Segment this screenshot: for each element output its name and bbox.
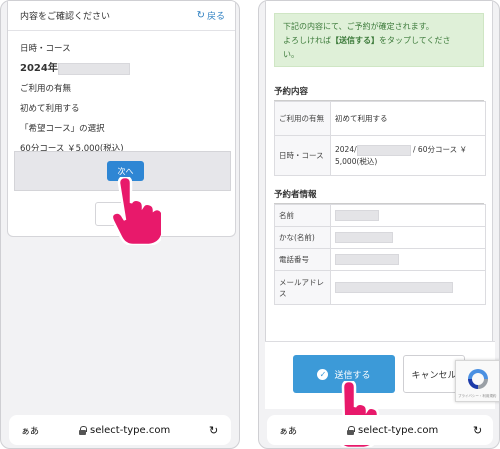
table-row: メールアドレス [274, 270, 486, 305]
notice-line-1: 下記の内容にて、ご予約が確定されます。 [283, 22, 434, 31]
left-phone-screen: 内容をご確認ください ↻ 戻る 日時・コース 2024年 ご利用の有無 初めて利… [0, 0, 240, 449]
recaptcha-badge[interactable]: プライバシー・利用規約 [455, 360, 499, 402]
browser-url-bar[interactable]: ぁあ select-type.com ↻ [9, 415, 231, 445]
confirmation-notice: 下記の内容にて、ご予約が確定されます。 よろしければ【送信する】をタップしてくだ… [274, 13, 484, 67]
send-label: 送信する [334, 370, 371, 381]
tap-hand-icon [110, 177, 161, 245]
reservation-card: 下記の内容にて、ご予約が確定されます。 よろしければ【送信する】をタップしてくだ… [265, 1, 493, 346]
blurred-kana [335, 232, 393, 243]
back-link[interactable]: ↻ 戻る [197, 9, 225, 22]
url-text: select-type.com [90, 424, 171, 436]
notice-line-2c: をタップしてくださ [379, 36, 451, 45]
url-host: select-type.com [347, 425, 438, 436]
table-row: 日時・コース 2024/ / 60分コース ￥ 5,000(税込) [274, 135, 486, 176]
phone-label: 電話番号 [274, 248, 331, 271]
email-value [330, 270, 486, 305]
reserver-table: 名前 かな(名前) 電話番号 メールアドレス [274, 204, 486, 305]
email-label: メールアドレス [274, 270, 331, 305]
reservation-section-title: 予約内容 [274, 85, 484, 101]
confirm-details: 日時・コース 2024年 ご利用の有無 初めて利用する 「希望コース」の選択 6… [8, 31, 235, 159]
notice-line-2: よろしければ【送信する】をタップしてくださ [283, 34, 475, 48]
reader-aa-button[interactable]: ぁあ [21, 424, 39, 437]
blurred-date [356, 144, 411, 156]
reload-icon[interactable]: ↻ [209, 424, 218, 437]
back-label: 戻る [206, 12, 225, 22]
confirm-header: 内容をご確認ください ↻ 戻る [8, 1, 235, 31]
notice-send-emphasis: 【送信する】 [331, 36, 379, 45]
blurred-name [335, 210, 379, 221]
datetime-value: 2024/ / 60分コース ￥ 5,000(税込) [330, 135, 486, 176]
reservation-table: ご利用の有無 初めて利用する 日時・コース 2024/ / 60分コース ￥ 5… [274, 101, 486, 176]
check-circle-icon: ✓ [317, 368, 329, 380]
lock-icon [79, 426, 87, 435]
phone-value [330, 248, 486, 271]
table-row: 名前 [274, 204, 486, 227]
notice-line-2a: よろしければ [283, 36, 331, 45]
table-row: 電話番号 [274, 248, 486, 271]
name-label: 名前 [274, 204, 331, 227]
course-select-heading: 「希望コース」の選択 [20, 124, 105, 134]
reserver-section-title: 予約者情報 [274, 188, 484, 204]
reader-aa-button[interactable]: ぁあ [279, 424, 297, 437]
datetime-label: 日時・コース [274, 135, 331, 176]
course-heading: 日時・コース [20, 44, 71, 54]
date-row: 2024年 [20, 59, 223, 79]
blurred-phone [335, 254, 399, 265]
url-text: select-type.com [358, 424, 439, 436]
datetime-course: / 60分コース ￥ [413, 145, 467, 155]
usage-label: ご利用の有無 [274, 101, 331, 136]
confirm-title: 内容をご確認ください [20, 12, 111, 22]
blurred-email [335, 282, 453, 293]
datetime-year: 2024/ [335, 145, 357, 155]
usage-value: 初めて利用する [330, 101, 486, 136]
kana-label: かな(名前) [274, 226, 331, 249]
browser-url-bar[interactable]: ぁあ select-type.com ↻ [267, 415, 493, 445]
recaptcha-note[interactable]: プライバシー・利用規約 [458, 394, 496, 399]
table-row: かな(名前) [274, 226, 486, 249]
kana-value [330, 226, 486, 249]
right-phone-screen: 下記の内容にて、ご予約が確定されます。 よろしければ【送信する】をタップしてくだ… [258, 0, 500, 449]
blurred-date [57, 62, 130, 75]
refresh-back-icon: ↻ [196, 10, 205, 21]
notice-line-3: い。 [283, 50, 299, 59]
url-host: select-type.com [79, 425, 170, 436]
usage-heading: ご利用の有無 [20, 84, 72, 94]
reload-icon[interactable]: ↻ [473, 424, 482, 437]
date-year: 2024年 [20, 63, 58, 74]
recaptcha-icon [468, 369, 488, 389]
name-value [330, 204, 486, 227]
datetime-price: 5,000(税込) [335, 156, 378, 166]
table-row: ご利用の有無 初めて利用する [274, 101, 486, 136]
usage-value: 初めて利用する [20, 104, 80, 114]
lock-icon [347, 426, 355, 435]
